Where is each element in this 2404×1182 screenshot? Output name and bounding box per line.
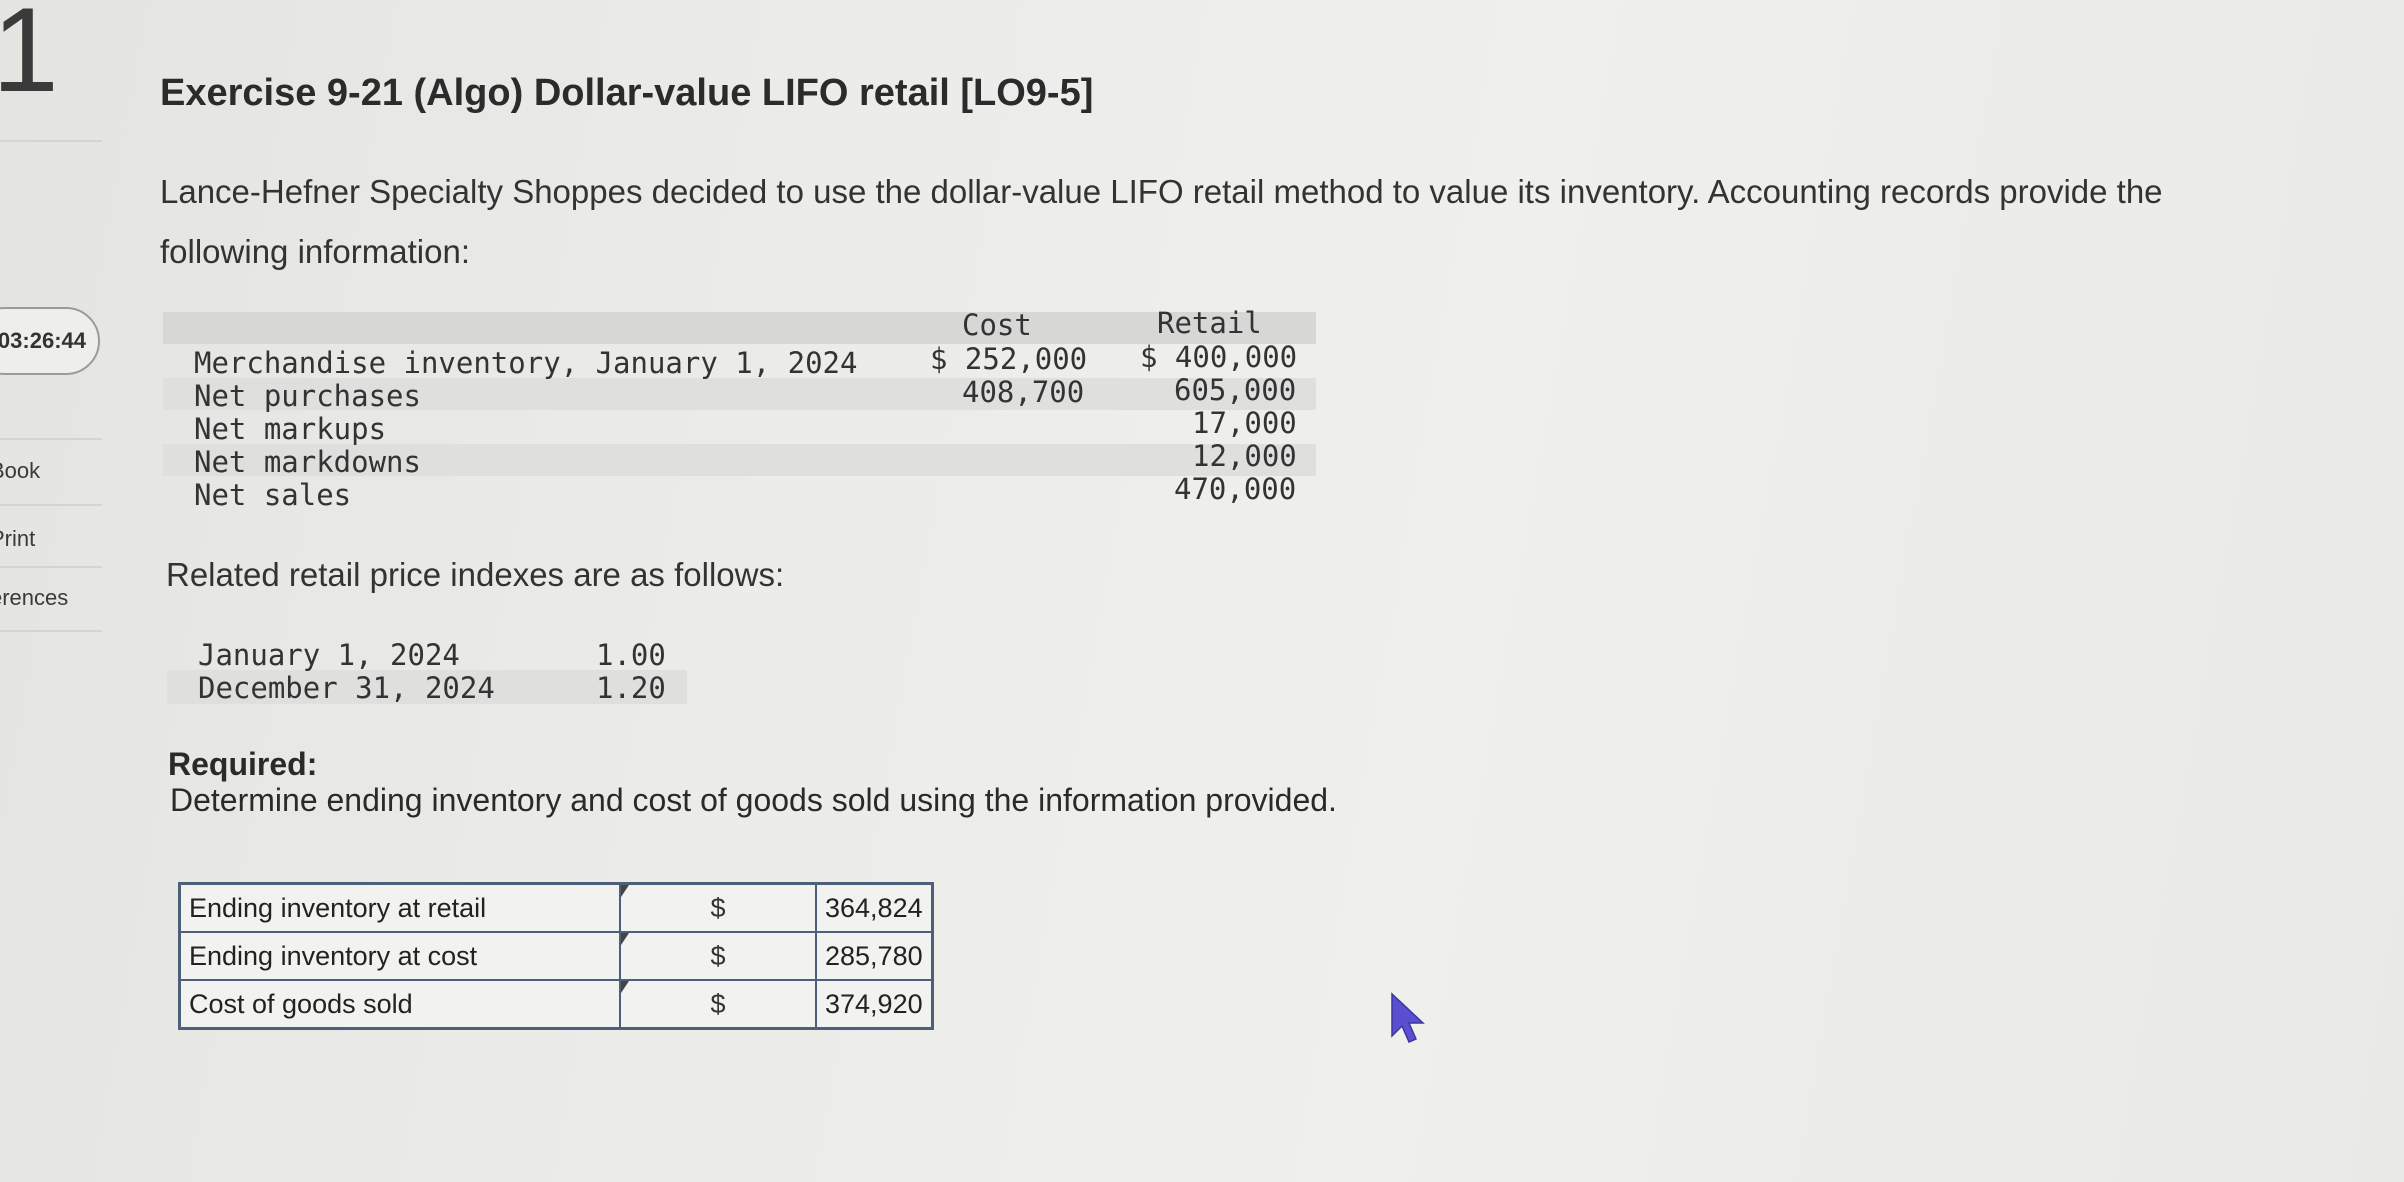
row-retail: $ 400,000 [1140,340,1298,374]
sidebar-divider [0,630,102,632]
sidebar-divider [0,504,102,506]
index-date: December 31, 2024 [198,671,495,705]
row-cost: 408,700 [962,375,1085,409]
answer-label: Ending inventory at cost [178,931,621,981]
currency-symbol: $ [619,931,817,981]
row-retail: 470,000 [1174,472,1297,506]
indexes-intro: Related retail price indexes are as foll… [166,556,785,593]
timer[interactable]: 03:26:44 [0,307,100,375]
references-link[interactable]: erences [0,585,68,611]
row-cost: $ 252,000 [930,342,1088,376]
row-retail: 12,000 [1192,439,1297,473]
sidebar-divider [0,140,102,142]
exercise-intro: Lance-Hefner Specialty Shoppes decided t… [160,173,2163,270]
sidebar-divider [0,566,102,568]
currency-symbol: $ [619,882,817,933]
cost-header: Cost [962,308,1032,342]
answer-table: Ending inventory at retail $ 364,824 End… [178,882,934,1030]
answer-label: Cost of goods sold [178,979,621,1030]
answer-label: Ending inventory at retail [178,882,621,933]
row-retail: 605,000 [1174,373,1297,407]
row-retail: 17,000 [1192,406,1297,440]
required-heading: Required: [168,746,318,782]
index-date: January 1, 2024 [198,638,460,672]
row-label: Merchandise inventory, January 1, 2024 [194,346,858,380]
row-label: Net purchases [194,379,421,413]
table-row: Ending inventory at cost $ 285,780 [178,931,934,981]
table-row: Cost of goods sold $ 374,920 [178,979,934,1030]
currency-symbol: $ [619,979,817,1030]
mouse-cursor-icon [1391,992,1425,1043]
row-label: Net markups [194,412,387,446]
sidebar-divider [0,438,102,440]
row-label: Net markdowns [194,445,421,479]
page-number: 1 [0,0,59,117]
row-label: Net sales [194,478,352,512]
index-value: 1.20 [596,671,666,705]
ebook-link[interactable]: Book [0,458,40,484]
print-link[interactable]: Print [0,526,35,552]
table-row: Ending inventory at retail $ 364,824 [178,882,934,933]
required-text: Determine ending inventory and cost of g… [170,782,1337,818]
retail-header: Retail [1157,306,1262,340]
exercise-title: Exercise 9-21 (Algo) Dollar-value LIFO r… [160,72,1094,114]
index-value: 1.00 [596,638,666,672]
ending-inventory-retail-input[interactable]: 364,824 [814,882,934,933]
cost-of-goods-sold-input[interactable]: 374,920 [814,979,934,1030]
ending-inventory-cost-input[interactable]: 285,780 [814,931,934,981]
